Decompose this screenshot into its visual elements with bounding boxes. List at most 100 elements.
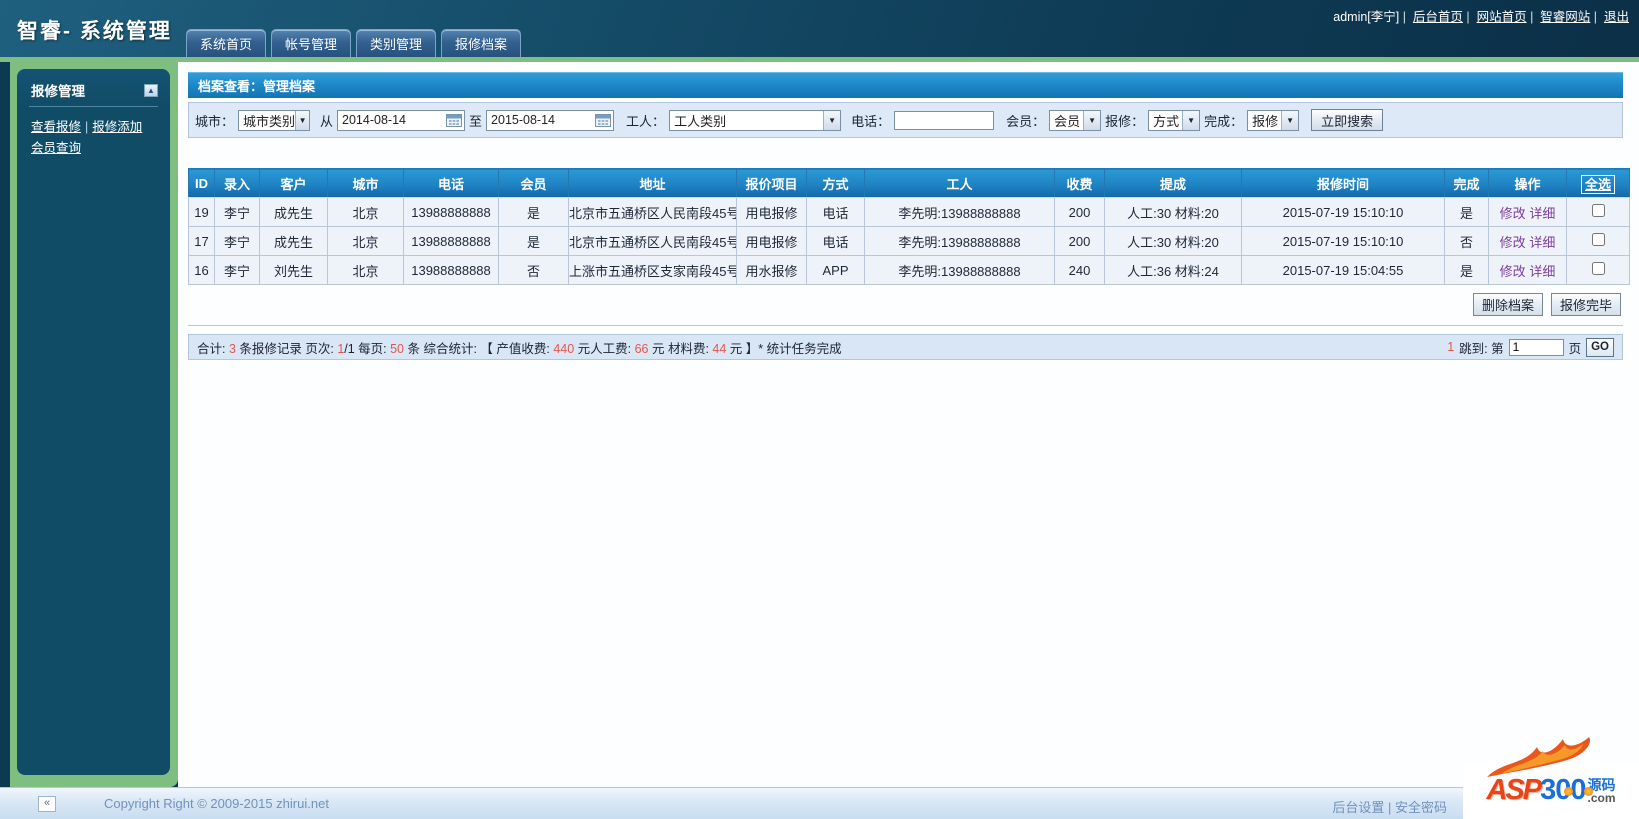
cell-customer: 成先生 (259, 197, 328, 227)
date-to-input[interactable] (487, 111, 596, 129)
cell-fee: 200 (1054, 226, 1105, 256)
op-link-详细[interactable]: 详细 (1529, 206, 1555, 221)
sidebar-title: 报修管理 (31, 84, 85, 99)
separator: | (1399, 10, 1413, 24)
go-button[interactable]: GO (1586, 337, 1614, 357)
chevron-down-icon: ▼ (1281, 110, 1299, 130)
summary-number: 66 (634, 341, 649, 356)
header-link-2[interactable]: 智睿网站 (1540, 10, 1590, 24)
table-header-row: ID 录入 客户 城市 电话 会员 地址 报价项目 方式 工人 收费 提成 报修时间 完成 操作 全选 (188, 168, 1630, 198)
copyright-text: Copyright Right © 2009-2015 zhirui.net (104, 796, 329, 811)
sidebar-panel: 报修管理 ▲ 查看报修 | 报修添加 会员查询 (17, 69, 170, 775)
sidebar-link-1[interactable]: 报修添加 (92, 120, 142, 134)
column-header-5: 会员 (498, 168, 569, 198)
header-link-3[interactable]: 退出 (1604, 10, 1629, 24)
top-header: 智睿- 系统管理 admin[李宁] | 后台首页 | 网站首页 | 智睿网站 … (0, 0, 1639, 57)
row-checkbox[interactable] (1591, 204, 1605, 217)
collapse-panel-icon[interactable]: ▲ (144, 83, 158, 97)
date-from-input[interactable] (338, 111, 447, 129)
summary-number: 3 (228, 341, 236, 356)
cell-id: 17 (188, 226, 215, 256)
tab-0[interactable]: 系统首页 (186, 29, 267, 57)
cell-worker: 李先明:13988888888 (864, 197, 1055, 227)
app-logo: 智睿- 系统管理 (17, 20, 172, 43)
cell-method: 电话 (806, 197, 865, 227)
cell-city: 北京 (327, 226, 404, 256)
cell-id: 19 (188, 197, 215, 227)
main-content: 档案查看：管理档案 城市： 城市类别 ▼ 从 2014-08-14 至 2015… (178, 62, 1639, 787)
member-select[interactable]: 会员 ▼ (1049, 109, 1102, 131)
cell-done: 是 (1444, 197, 1489, 227)
finish-label: 完成： (1204, 113, 1244, 129)
cell-project: 用水报修 (736, 255, 807, 285)
cell-phone: 13988888888 (403, 197, 499, 227)
repair-select[interactable]: 方式 ▼ (1148, 109, 1201, 131)
tab-3[interactable]: 报修档案 (441, 29, 522, 57)
phone-input[interactable] (894, 110, 995, 130)
cell-address: 上涨市五通桥区支家南段45号 (568, 255, 737, 285)
select-all-toggle[interactable]: 全选 (1580, 174, 1615, 194)
header-link-1[interactable]: 网站首页 (1477, 10, 1527, 24)
chevron-down-icon: ▼ (295, 110, 310, 130)
flame-icon (1487, 737, 1591, 777)
chevron-down-icon: ▼ (1182, 110, 1200, 130)
footer-links[interactable]: 后台设置 | 安全密码 (1332, 797, 1447, 816)
cell-address: 北京市五通桥区人民南段45号 (568, 197, 737, 227)
summary-text-part: 合计: (197, 341, 229, 356)
column-header-9: 工人 (864, 168, 1055, 198)
separator: | (85, 120, 89, 134)
sidebar-link-0[interactable]: 查看报修 (31, 120, 81, 134)
cell-project: 用电报修 (736, 197, 807, 227)
op-link-修改[interactable]: 修改 (1500, 264, 1526, 279)
op-link-修改[interactable]: 修改 (1500, 206, 1526, 221)
member-label: 会员： (1006, 113, 1046, 129)
cell-phone: 13988888888 (403, 255, 499, 285)
header-link-0[interactable]: 后台首页 (1413, 10, 1463, 24)
tab-2[interactable]: 类别管理 (356, 29, 437, 57)
cell-commission: 人工:30 材料:20 (1104, 197, 1242, 227)
calendar-icon[interactable] (446, 113, 463, 127)
summary-text-part: 条报修记录 页次: (235, 341, 338, 356)
filter-bar: 城市： 城市类别 ▼ 从 至 (188, 102, 1623, 138)
column-header-8: 方式 (806, 168, 865, 198)
summary-number: 44 (712, 341, 727, 356)
cell-member: 是 (498, 226, 569, 256)
tab-1[interactable]: 帐号管理 (271, 29, 352, 57)
footer-collapse-button[interactable]: « (38, 795, 56, 812)
calendar-icon[interactable] (595, 113, 612, 127)
search-button[interactable]: 立即搜索 (1311, 109, 1384, 131)
table-row: 19 李宁 成先生 北京 13988888888 是 北京市五通桥区人民南段45号 用电报修电… (188, 197, 1630, 227)
table-row: 16 李宁 刘先生 北京 13988888888 否上涨市五通桥区支家南段45号 用水报修 A… (188, 255, 1630, 285)
cell-time: 2015-07-19 15:10:10 (1241, 226, 1445, 256)
city-select[interactable]: 城市类别 ▼ (238, 109, 311, 131)
jump-label: 跳到: 第 (1459, 341, 1504, 356)
summary-number: 50 (390, 341, 405, 356)
op-link-修改[interactable]: 修改 (1500, 235, 1526, 250)
cell-commission: 人工:30 材料:20 (1104, 226, 1242, 256)
sidebar-links-row1: 查看报修 | 报修添加 (31, 117, 156, 138)
cell-id: 16 (188, 255, 215, 285)
records-table: ID 录入 客户 城市 电话 会员 地址 报价项目 方式 工人 收费 提成 报修时间 完成 操作 全选 19 李… (188, 168, 1630, 285)
cell-fee: 240 (1054, 255, 1105, 285)
cell-operations: 修改 详细 (1488, 226, 1567, 256)
op-link-详细[interactable]: 详细 (1529, 235, 1555, 250)
current-page-number: 1 (1447, 340, 1455, 354)
jump-page-input[interactable] (1508, 338, 1564, 356)
finish-select[interactable]: 报修 ▼ (1247, 109, 1300, 131)
row-checkbox[interactable] (1591, 262, 1605, 275)
action-button-0[interactable]: 删除档案 (1472, 293, 1543, 316)
column-header-15: 全选 (1566, 168, 1630, 198)
row-checkbox[interactable] (1591, 233, 1605, 246)
cell-entry: 李宁 (214, 197, 260, 227)
tab-bar: 系统首页 帐号管理 类别管理 报修档案 (186, 29, 522, 57)
cell-worker: 李先明:13988888888 (864, 226, 1055, 256)
sidebar-link-b0[interactable]: 会员查询 (31, 141, 81, 155)
worker-select[interactable]: 工人类别 ▼ (669, 109, 842, 131)
column-header-7: 报价项目 (736, 168, 807, 198)
top-links: admin[李宁] | 后台首页 | 网站首页 | 智睿网站 | 退出 (1333, 6, 1629, 25)
op-link-详细[interactable]: 详细 (1529, 264, 1555, 279)
to-label: 至 (469, 113, 483, 129)
cell-city: 北京 (327, 197, 404, 227)
summary-text-part: 元 】* 统计任务完成 (726, 341, 842, 356)
action-button-1[interactable]: 报修完毕 (1550, 293, 1621, 316)
